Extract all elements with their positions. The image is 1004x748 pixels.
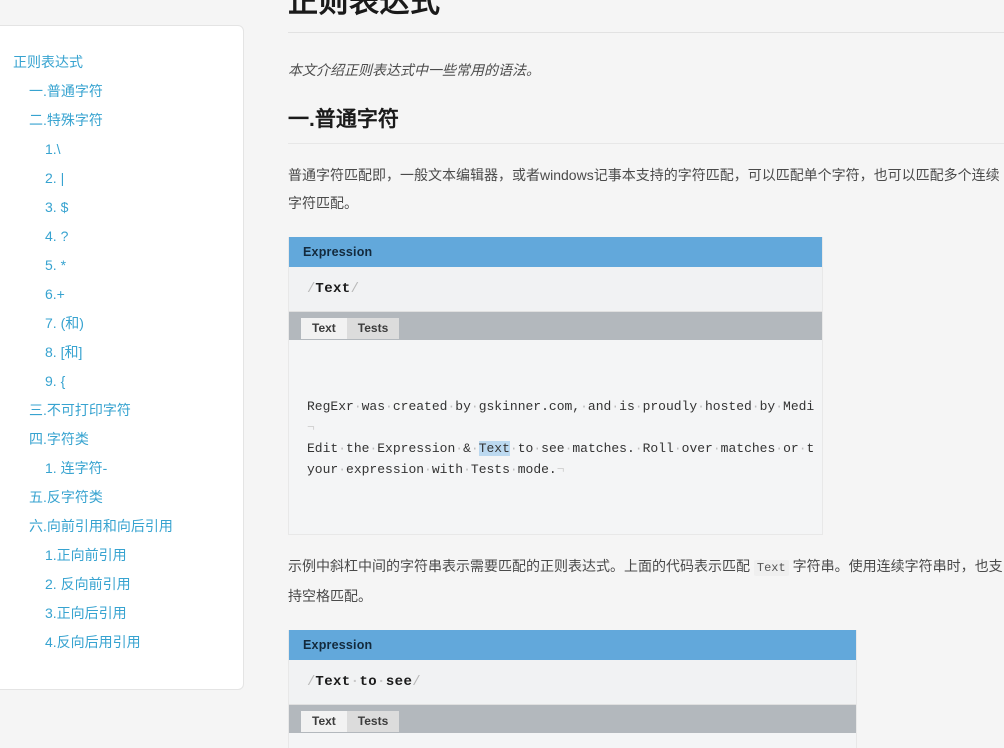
article-content: 正则表达式 本文介绍正则表达式中一些常用的语法。 一.普通字符 普通字符匹配即，… [288, 0, 1004, 748]
space-dot: · [338, 441, 347, 456]
space-dot: · [673, 441, 682, 456]
page-title: 正则表达式 [288, 0, 441, 19]
section-one-paragraph: 普通字符匹配即，一般文本编辑器，或者windows记事本支持的字符匹配，可以匹配… [288, 167, 1000, 211]
paragraph-after-part1: 示例中斜杠中间的字符串表示需要匹配的正则表达式。上面的代码表示匹配 [288, 558, 754, 574]
space-dot: · [385, 399, 393, 414]
space-dot: · [798, 441, 807, 456]
space-dot: · [634, 441, 643, 456]
article-lede: 本文介绍正则表达式中一些常用的语法。 [288, 62, 540, 78]
space-dot: · [463, 462, 471, 477]
space-dot: · [697, 399, 705, 414]
regexr-text-line-2: Edit·the·Expression·&·Text·to·see·matche… [307, 441, 815, 456]
toc-item[interactable]: 五.反字符类 [0, 483, 243, 512]
space-dot: · [509, 441, 518, 456]
space-dot: · [470, 399, 479, 414]
toc-list: 正则表达式 一.普通字符 二.特殊字符 1.\ 2. | 3. $4. ? 5. * 6.+ 7… [0, 26, 243, 657]
regexr-text-line-1: RegExr·was·created·by·gskinner.com,·and·… [307, 399, 815, 414]
space-dot: · [377, 674, 386, 690]
space-dot: · [424, 462, 432, 477]
regexr-text-area[interactable]: RegExr·was·created·by·gskinner.com,·and·… [289, 733, 856, 748]
regexr-text-line-3: your·expression·with·Tests·mode.¬ [307, 462, 565, 477]
section-one-paragraph-after: 示例中斜杠中间的字符串表示需要匹配的正则表达式。上面的代码表示匹配 Text 字… [288, 535, 1004, 610]
expression-slash-close: / [350, 281, 360, 297]
space-dot: · [369, 441, 378, 456]
toc-item[interactable]: 4. ? [0, 222, 243, 251]
toc-item[interactable]: 正则表达式 [0, 48, 243, 77]
expression-pattern: Text [315, 281, 351, 297]
space-dot: · [533, 441, 542, 456]
toc-item[interactable]: 8. [和] [0, 338, 243, 367]
toc-item[interactable]: 7. (和) [0, 309, 243, 338]
toc-item[interactable]: 9. { [0, 367, 243, 396]
toc-item[interactable]: 一.普通字符 [0, 77, 243, 106]
regexr-header-label: Expression [289, 237, 822, 267]
space-dot: · [338, 462, 347, 477]
space-dot: · [611, 399, 620, 414]
regexr-expression-field[interactable]: /Text/ [289, 267, 822, 312]
table-of-contents-panel: 正则表达式 一.普通字符 二.特殊字符 1.\ 2. | 3. $4. ? 5. * 6.+ 7… [0, 25, 244, 690]
expression-slash-close: / [412, 674, 421, 690]
tab-text[interactable]: Text [301, 318, 347, 339]
regexr-text-area[interactable]: RegExr·was·created·by·gskinner.com,·and·… [289, 340, 822, 534]
toc-item[interactable]: 三.不可打印字符 [0, 396, 243, 425]
toc-item[interactable]: 1.\ [0, 135, 243, 164]
space-dot: · [634, 399, 643, 414]
regexr-pilcrow-1: ¬ [307, 420, 315, 435]
space-dot: · [470, 441, 479, 456]
space-dot: · [350, 674, 360, 690]
toc-item[interactable]: 六.向前引用和向后引用 [0, 512, 243, 541]
toc-item[interactable]: 二.特殊字符 [0, 106, 243, 135]
toc-item[interactable]: 3. $ [0, 193, 243, 222]
toc-item[interactable]: 4.反向后用引用 [0, 628, 243, 657]
toc-item[interactable]: 3.正向后引用 [0, 599, 243, 628]
space-dot: · [751, 399, 760, 414]
space-dot: · [775, 441, 784, 456]
section-heading-one: 一.普通字符 [288, 81, 1004, 144]
regexr-header-label: Expression [289, 630, 856, 660]
toc-item[interactable]: 5. * [0, 251, 243, 280]
space-dot: · [447, 399, 456, 414]
regexr-tab-bar: Text Tests [289, 312, 822, 340]
expression-pattern: Text·to·see [315, 674, 413, 690]
space-dot: · [509, 462, 518, 477]
tab-tests[interactable]: Tests [346, 318, 400, 339]
regexr-expression-field[interactable]: /Text·to·see/ [289, 660, 856, 705]
space-dot: · [580, 399, 588, 414]
inline-code-text: Text [753, 560, 789, 576]
regexr-pilcrow-2: ¬ [556, 462, 565, 477]
toc-item[interactable]: 6.+ [0, 280, 243, 309]
toc-item[interactable]: 1. 连字符- [0, 454, 243, 483]
space-dot: · [775, 399, 784, 414]
toc-item[interactable]: 2. 反向前引用 [0, 570, 243, 599]
regexr-widget-1[interactable]: Expression /Text/ Text Tests RegExr·was·c… [288, 237, 823, 535]
page-root: 正则表达式 一.普通字符 二.特殊字符 1.\ 2. | 3. $4. ? 5. * 6.+ 7… [0, 0, 1004, 748]
toc-item[interactable]: 2. | [0, 164, 243, 193]
regexr-match-highlight: Text [478, 441, 510, 456]
toc-item[interactable]: 1.正向前引用 [0, 541, 243, 570]
regexr-tab-bar: Text Tests [289, 705, 856, 733]
space-dot: · [712, 441, 721, 456]
regexr-widget-2[interactable]: Expression /Text·to·see/ TextTests RegEx… [288, 630, 857, 748]
toc-item[interactable]: 四.字符类 [0, 425, 243, 454]
space-dot: · [353, 399, 362, 414]
tab-tests[interactable]: Tests [346, 711, 400, 732]
tab-text[interactable]: Text [301, 711, 347, 732]
space-dot: · [564, 441, 573, 456]
space-dot: · [455, 441, 464, 456]
